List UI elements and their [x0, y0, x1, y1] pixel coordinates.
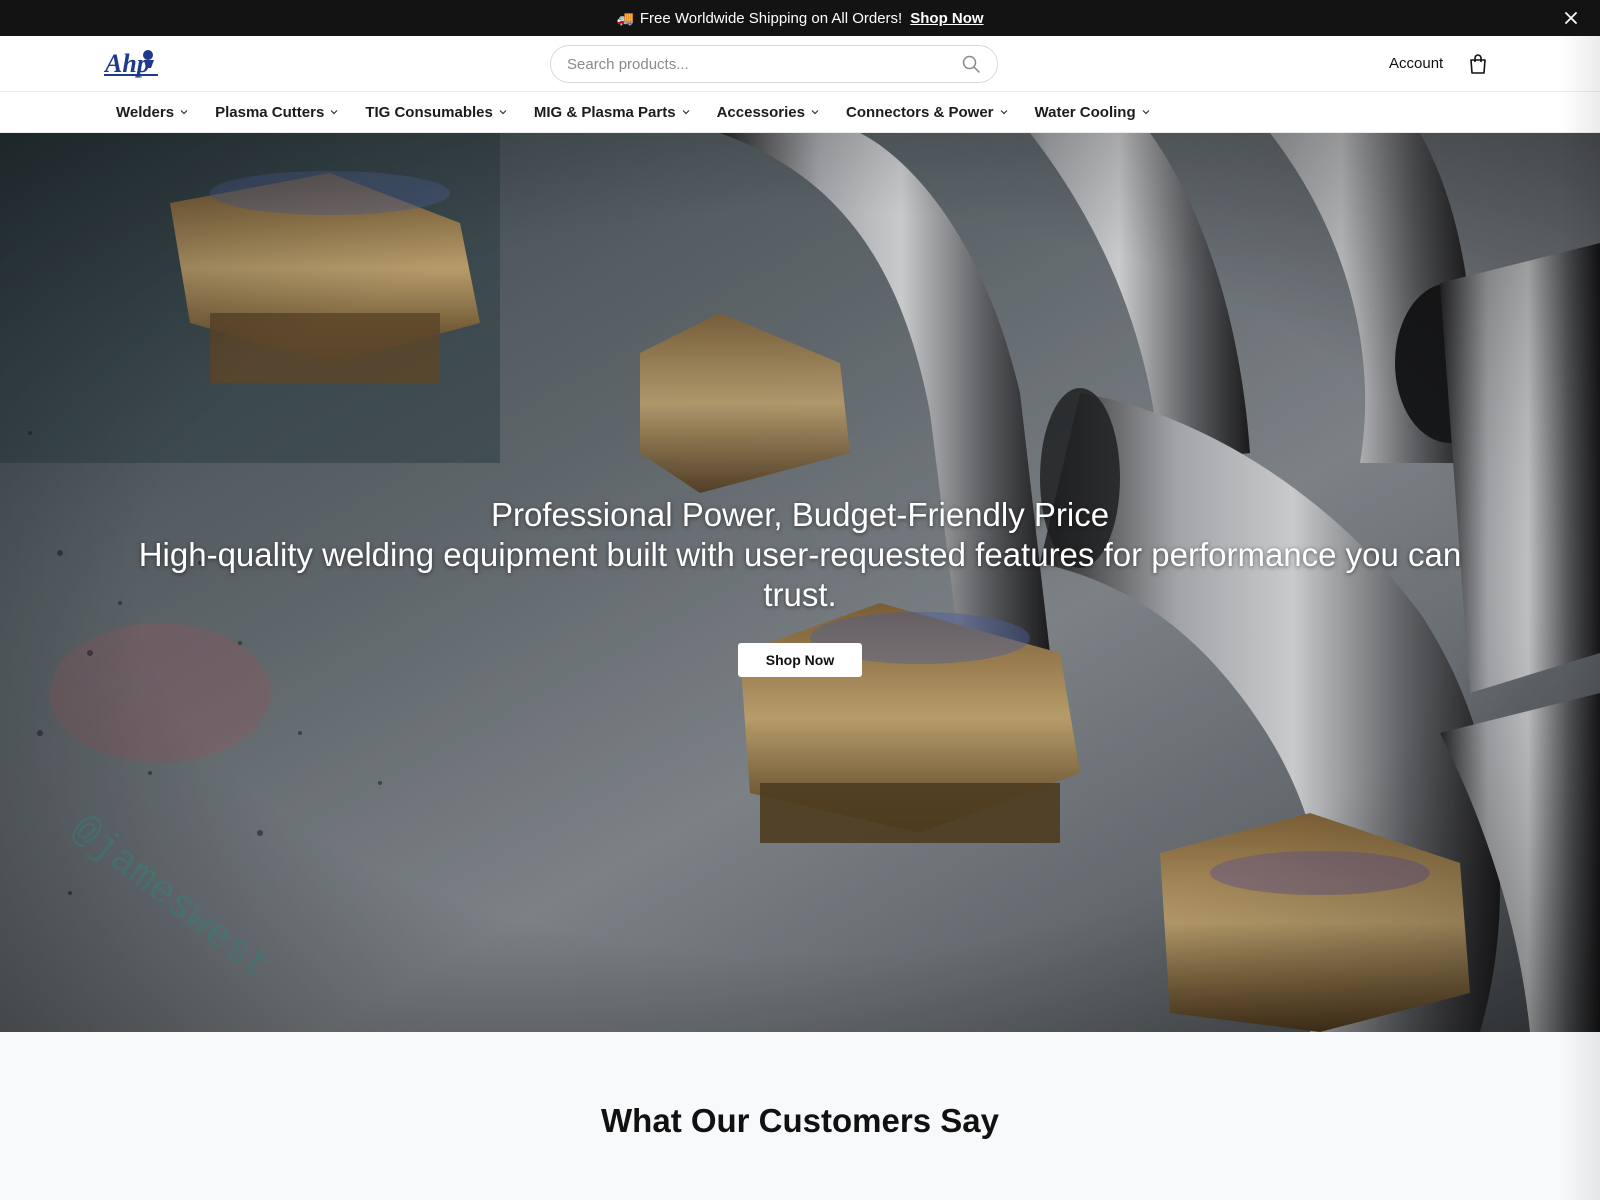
- testimonials-section: What Our Customers Say: [0, 1032, 1600, 1200]
- announcement-bar: 🚚 Free Worldwide Shipping on All Orders!…: [0, 0, 1600, 36]
- account-link[interactable]: Account: [1389, 55, 1443, 72]
- close-icon[interactable]: [1562, 9, 1580, 27]
- chevron-down-icon: [330, 110, 338, 115]
- truck-icon: 🚚: [616, 9, 634, 26]
- hero-banner: @jameswest Professional Power, Budget-Fr…: [0, 133, 1600, 1032]
- testimonials-title: What Our Customers Say: [601, 1102, 999, 1139]
- nav-item-tig-consumables[interactable]: TIG Consumables: [365, 104, 508, 121]
- nav-item-plasma-cutters[interactable]: Plasma Cutters: [215, 104, 339, 121]
- nav-item-label: Welders: [116, 103, 175, 121]
- nav-item-accessories[interactable]: Accessories: [717, 104, 820, 121]
- logo-text: Ahp: [104, 49, 150, 78]
- logo[interactable]: Ahp: [103, 46, 160, 80]
- site-header: Ahp Account: [0, 36, 1600, 92]
- chevron-down-icon: [499, 110, 507, 115]
- search-input[interactable]: [567, 55, 961, 73]
- nav-item-label: Water Cooling: [1034, 103, 1136, 121]
- hero-subtitle: High-quality welding equipment built wit…: [138, 536, 1462, 613]
- chevron-down-icon: [180, 110, 188, 115]
- logo-mark: Ahp: [103, 49, 158, 78]
- nav-item-water-cooling[interactable]: Water Cooling: [1035, 104, 1151, 121]
- page: 🚚 Free Worldwide Shipping on All Orders!…: [0, 0, 1600, 1200]
- hero-shop-now-button[interactable]: Shop Now: [737, 643, 863, 677]
- chevron-down-icon: [811, 110, 819, 115]
- nav-item-label: MIG & Plasma Parts: [533, 103, 676, 121]
- hero-content: Professional Power, Budget-Friendly Pric…: [120, 495, 1480, 677]
- search-icon[interactable]: [961, 54, 981, 74]
- chevron-down-icon: [1142, 110, 1150, 115]
- nav-item-welders[interactable]: Welders: [116, 104, 189, 121]
- nav-item-label: TIG Consumables: [365, 103, 493, 121]
- main-nav: Welders Plasma Cutters TIG Consumables M…: [0, 92, 1600, 133]
- hero-title: Professional Power, Budget-Friendly Pric…: [490, 496, 1110, 533]
- nav-item-connectors-power[interactable]: Connectors & Power: [846, 104, 1009, 121]
- shopping-bag-icon[interactable]: [1468, 53, 1488, 75]
- search-bar[interactable]: [550, 45, 998, 83]
- nav-item-label: Plasma Cutters: [215, 103, 325, 121]
- announcement-shop-now-link[interactable]: Shop Now: [910, 10, 983, 27]
- chevron-down-icon: [682, 110, 690, 115]
- nav-item-label: Connectors & Power: [845, 103, 994, 121]
- chevron-down-icon: [1000, 110, 1007, 115]
- announcement-text: Free Worldwide Shipping on All Orders!: [639, 9, 903, 27]
- nav-item-mig-plasma-parts[interactable]: MIG & Plasma Parts: [534, 104, 691, 121]
- nav-item-label: Accessories: [716, 103, 805, 121]
